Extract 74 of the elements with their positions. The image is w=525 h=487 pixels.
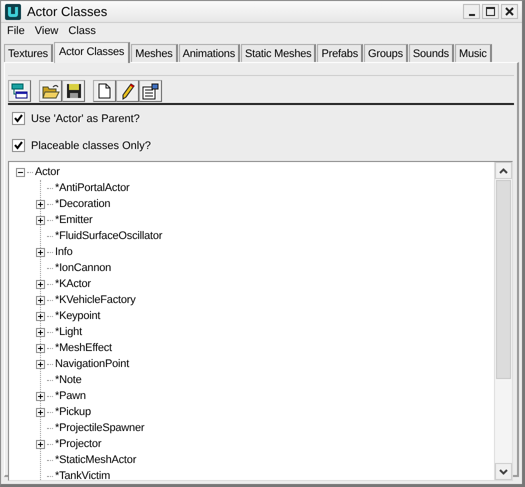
menu-item[interactable]: View (34, 24, 58, 38)
close-button[interactable] (501, 4, 518, 19)
tree-item[interactable]: *Note (55, 374, 82, 386)
pencil-icon (120, 82, 134, 100)
checkbox[interactable] (12, 139, 25, 152)
tree-expander[interactable] (36, 216, 45, 224)
minimize-icon (468, 14, 474, 16)
folder-icon (42, 84, 60, 98)
tree-item[interactable]: *TankVictim (55, 470, 110, 480)
tab[interactable]: Textures (4, 44, 53, 62)
tree-item[interactable]: *StaticMeshActor (55, 454, 136, 466)
tree-item[interactable]: *AntiPortalActor (55, 182, 130, 194)
tab[interactable]: Music (454, 44, 492, 62)
tree-expander[interactable] (36, 248, 45, 256)
windows-icon (10, 83, 28, 99)
tree-item[interactable]: Actor (35, 166, 60, 178)
toolbar-button[interactable] (39, 80, 62, 102)
tree-item[interactable]: *Light (55, 326, 82, 338)
toolbar-button[interactable] (62, 80, 85, 102)
checkbox[interactable] (12, 112, 25, 125)
maximize-button[interactable] (482, 4, 499, 19)
minimize-button[interactable] (463, 4, 480, 19)
toolbar-button[interactable] (93, 80, 116, 102)
close-icon (505, 7, 514, 16)
tab[interactable]: Sounds (408, 44, 454, 62)
tree-expander[interactable] (36, 280, 45, 288)
tab[interactable]: Meshes (131, 44, 178, 62)
tree-item[interactable]: *Pickup (55, 406, 91, 418)
toolbar-button[interactable] (139, 80, 162, 102)
scroll-up-button[interactable] (495, 162, 512, 179)
scroll-thumb[interactable] (496, 180, 511, 380)
toolbar-button[interactable] (8, 80, 31, 102)
tree-expander[interactable] (16, 168, 25, 176)
blank-page-icon (98, 83, 111, 99)
tree-item[interactable]: *Projector (55, 438, 102, 450)
tree-item[interactable]: *Pawn (55, 390, 86, 402)
checkbox-label: Placeable classes Only? (31, 140, 151, 152)
checkbox-label: Use 'Actor' as Parent? (31, 112, 140, 124)
tree-expander[interactable] (36, 344, 45, 352)
tree-expander[interactable] (36, 328, 45, 336)
window-title: Actor Classes (27, 4, 108, 19)
tab[interactable]: Prefabs (317, 44, 363, 62)
chevron-down-icon (499, 468, 508, 474)
tree-expander[interactable] (36, 312, 45, 320)
tree-item[interactable]: *MeshEffect (55, 342, 112, 354)
tree-item[interactable]: *FluidSurfaceOscillator (55, 230, 162, 242)
tree-item[interactable]: *ProjectileSpawner (55, 422, 144, 434)
toolbar-button[interactable] (116, 80, 139, 102)
maximize-icon (486, 7, 495, 16)
tree-item[interactable]: *IonCannon (55, 262, 112, 274)
chevron-up-icon (499, 168, 508, 174)
tree-item[interactable]: *KActor (55, 278, 91, 290)
scroll-down-button[interactable] (495, 463, 512, 480)
tree-expander[interactable] (36, 440, 45, 448)
tree-item[interactable]: *Decoration (55, 198, 110, 210)
tree-item[interactable]: *KVehicleFactory (55, 294, 136, 306)
tree-item[interactable]: Info (55, 246, 73, 258)
properties-icon (142, 82, 160, 100)
tab[interactable]: Actor Classes (54, 42, 130, 63)
tree-item[interactable]: *Keypoint (55, 310, 100, 322)
vertical-scrollbar[interactable] (494, 162, 512, 480)
tab[interactable]: Static Meshes (241, 44, 316, 62)
menu-item[interactable]: File (7, 24, 25, 38)
tree-expander[interactable] (36, 200, 45, 208)
tree-item[interactable]: NavigationPoint (55, 358, 130, 370)
menu-item[interactable]: Class (68, 24, 96, 38)
tab[interactable]: Animations (178, 44, 240, 62)
tree-expander[interactable] (36, 408, 45, 416)
tree-expander[interactable] (36, 392, 45, 400)
app-logo-icon (5, 4, 21, 20)
tab[interactable]: Groups (364, 44, 408, 62)
tree-expander[interactable] (36, 360, 45, 368)
tree-expander[interactable] (36, 296, 45, 304)
tree-item[interactable]: *Emitter (55, 214, 93, 226)
